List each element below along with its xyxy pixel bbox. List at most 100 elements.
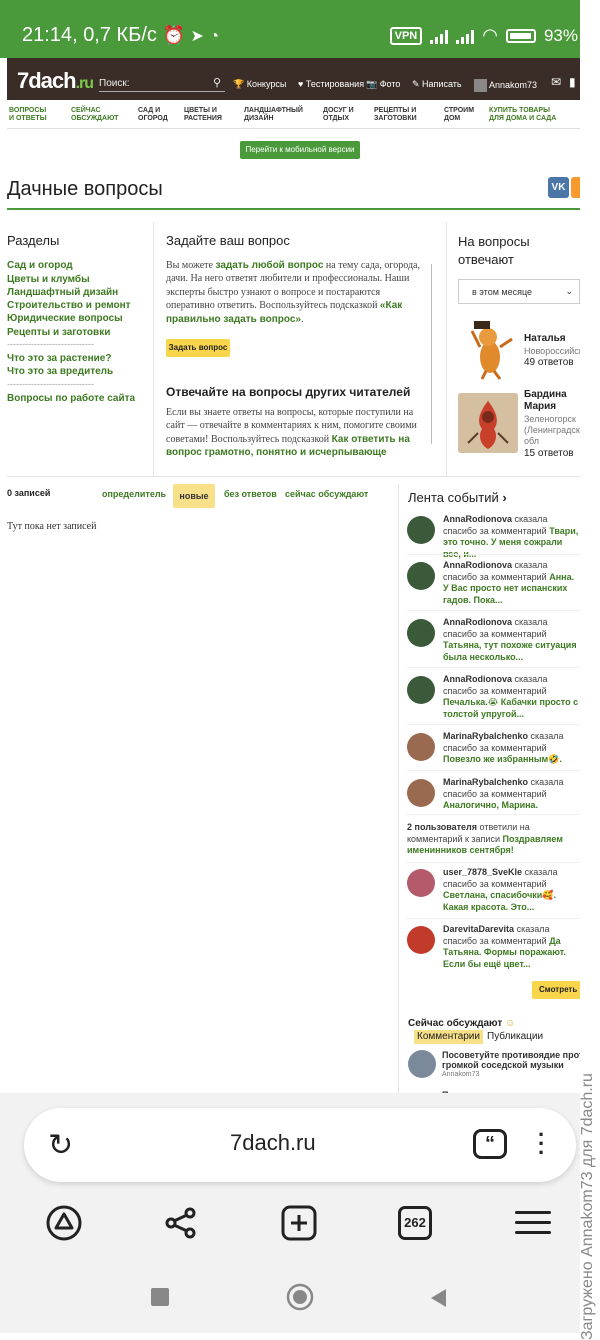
nav-photo[interactable]: 📷 Фото — [366, 79, 400, 90]
cat-flowers[interactable]: ЦВЕТЫ И РАСТЕНИЯ — [184, 107, 222, 123]
topic-author[interactable]: Annakom73 — [442, 1071, 479, 1078]
feed-item: user_7878_SveKle сказала спасибо за комм… — [407, 867, 580, 915]
avatar[interactable] — [408, 1050, 436, 1078]
divider — [407, 610, 580, 611]
avatar[interactable] — [407, 516, 435, 544]
cat-garden[interactable]: САД И ОГОРОД — [138, 107, 168, 123]
cat-building[interactable]: СТРОИМ ДОМ — [444, 107, 474, 123]
search-input[interactable]: Поиск: ⚲ — [99, 76, 225, 92]
feed-user[interactable]: AnnaRodionova — [443, 514, 512, 524]
feed-user[interactable]: AnnaRodionova — [443, 617, 512, 627]
section-link[interactable]: Строительство и ремонт — [7, 300, 131, 311]
tab-comments[interactable]: Комментарии — [414, 1030, 483, 1044]
more-icon[interactable]: ▮ — [569, 75, 576, 89]
feed-user[interactable]: user_7878_SveKle — [443, 867, 522, 877]
nav-profile[interactable]: Annakom73 — [474, 79, 537, 92]
more-menu-icon[interactable]: · · · — [538, 1124, 545, 1164]
ask-question-button[interactable]: Задать вопрос — [166, 339, 230, 357]
cat-landscape[interactable]: ЛАНДШАФТНЫЙ ДИЗАЙН — [244, 107, 303, 123]
discussed-topic[interactable]: Посоветуйте противоядие против громкой со… — [442, 1050, 580, 1070]
feed-user[interactable]: AnnaRodionova — [443, 560, 512, 570]
cat-line: ВОПРОСЫ — [9, 107, 47, 114]
period-select[interactable]: в этом месяце ⌄ — [458, 279, 580, 304]
cat-line: ОГОРОД — [138, 115, 168, 122]
feed-item-group: 2 пользователя ответили на комментарий к… — [407, 822, 580, 858]
feed-link[interactable]: Печалька.😭 Кабачки просто с толстой упру… — [443, 697, 578, 719]
reload-icon[interactable]: ↻ — [48, 1128, 73, 1163]
cat-leisure[interactable]: ДОСУГ И ОТДЫХ — [323, 107, 354, 123]
section-link[interactable]: Рецепты и заготовки — [7, 327, 110, 338]
url-text[interactable]: 7dach.ru — [230, 1130, 316, 1156]
answer-text: Если вы знаете ответы на вопросы, которы… — [166, 406, 432, 460]
avatar[interactable] — [407, 779, 435, 807]
recent-apps-button[interactable] — [151, 1288, 169, 1306]
section-link[interactable]: Ландшафтный дизайн — [7, 287, 118, 298]
site-logo[interactable]: 7dach.ru — [17, 68, 94, 94]
divider — [407, 667, 580, 668]
section-link[interactable]: Юридические вопросы — [7, 313, 123, 324]
expert-avatar[interactable] — [458, 393, 518, 453]
quote-icon[interactable]: “ — [473, 1129, 507, 1159]
avatar[interactable] — [407, 562, 435, 590]
watch-all-button[interactable]: Смотреть все — [532, 981, 580, 999]
feed-link[interactable]: Светлана, спасибочки🥰. Какая красота. Эт… — [443, 890, 556, 912]
cat-line: ОБСУЖДАЮТ — [71, 115, 119, 122]
filter-new[interactable]: новые — [173, 484, 215, 508]
expert-name[interactable]: Бардина Мария — [524, 389, 567, 413]
filter-identifier[interactable]: определитель — [102, 489, 166, 499]
alice-assistant-icon[interactable] — [45, 1204, 83, 1242]
expert-name[interactable]: Наталья — [524, 333, 566, 345]
feed-link[interactable]: Повезло же избранным🤣. — [443, 754, 562, 764]
mobile-version-button[interactable]: Перейти к мобильной версии — [240, 141, 360, 159]
nav-tests[interactable]: ♥ Тестирования — [298, 79, 364, 89]
feed-user[interactable]: DarevitaDarevita — [443, 924, 514, 934]
vk-share-button[interactable]: VK — [548, 177, 569, 198]
section-link[interactable]: Вопросы по работе сайта — [7, 393, 135, 404]
filter-unanswered[interactable]: без ответов — [224, 489, 277, 499]
divider — [7, 128, 580, 129]
feed-link[interactable]: Аналогично, Марина. — [443, 800, 538, 810]
section-link[interactable]: Сад и огород — [7, 260, 73, 271]
text: Вы можете — [166, 260, 216, 271]
cat-line: КУПИТЬ ТОВАРЫ — [489, 107, 550, 114]
tab-publications[interactable]: Публикации — [487, 1031, 543, 1042]
section-link[interactable]: Что это за растение? — [7, 353, 111, 364]
feed-users-count[interactable]: 2 пользователя — [407, 822, 477, 832]
share-icon[interactable] — [162, 1204, 200, 1242]
avatar[interactable] — [407, 869, 435, 897]
search-icon[interactable]: ⚲ — [213, 76, 221, 89]
cat-discussed[interactable]: СЕЙЧАС ОБСУЖДАЮТ — [71, 107, 118, 123]
feed-text: MarinaRybalchenko сказала спасибо за ком… — [443, 777, 580, 812]
back-button[interactable] — [428, 1287, 448, 1309]
avatar[interactable] — [407, 619, 435, 647]
feed-item: AnnaRodionova сказала спасибо за коммент… — [407, 617, 580, 665]
mail-icon[interactable]: ✉ — [551, 75, 561, 89]
cat-shop[interactable]: КУПИТЬ ТОВАРЫ ДЛЯ ДОМА И САДА — [489, 107, 556, 123]
ask-link[interactable]: задать любой вопрос — [216, 260, 324, 271]
feed-user[interactable]: MarinaRybalchenko — [443, 777, 528, 787]
filter-discussed[interactable]: сейчас обсуждают — [285, 489, 368, 499]
cat-recipes[interactable]: РЕЦЕПТЫ И ЗАГОТОВКИ — [374, 107, 417, 123]
avatar[interactable] — [407, 676, 435, 704]
avatar[interactable] — [407, 926, 435, 954]
nav-write[interactable]: ✎ Написать — [412, 79, 462, 90]
tabs-counter-button[interactable]: 262 — [398, 1206, 432, 1240]
home-button[interactable] — [286, 1283, 314, 1311]
section-link[interactable]: Что это за вредитель — [7, 366, 113, 377]
cat-questions[interactable]: ВОПРОСЫ И ОТВЕТЫ — [9, 107, 47, 123]
feed-user[interactable]: MarinaRybalchenko — [443, 731, 528, 741]
feed-title[interactable]: Лента событий › — [408, 490, 507, 505]
divider — [407, 918, 580, 919]
new-tab-icon[interactable] — [280, 1204, 318, 1242]
logo-text: 7dach — [17, 68, 77, 93]
section-link[interactable]: Цветы и клумбы — [7, 274, 90, 285]
avatar[interactable] — [407, 733, 435, 761]
cat-line: САД И — [138, 107, 161, 114]
feed-user[interactable]: AnnaRodionova — [443, 674, 512, 684]
menu-icon[interactable] — [515, 1211, 551, 1235]
page-title: Дачные вопросы — [7, 178, 163, 200]
nav-contests[interactable]: 🏆 Конкурсы — [233, 79, 286, 90]
feed-link[interactable]: Татьяна, тут похоже ситуация была нескол… — [443, 640, 577, 662]
expert-avatar[interactable] — [464, 317, 518, 381]
empty-state: Тут пока нет записей — [7, 521, 97, 532]
